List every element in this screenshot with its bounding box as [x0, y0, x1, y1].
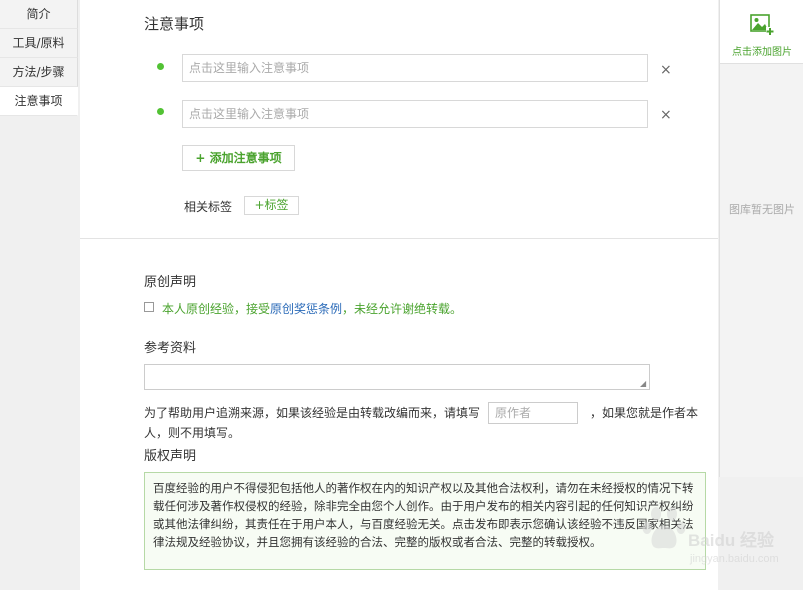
author-input[interactable] [488, 402, 578, 424]
add-image-label: 点击添加图片 [732, 47, 792, 58]
reference-title: 参考资料 [144, 341, 197, 356]
reward-rules-link[interactable]: 原创奖惩条例 [270, 302, 342, 316]
notes-section: 注意事项 × × + 添加注意事项 相关标签 +标签 [80, 0, 718, 239]
reference-help-line2: 人，则不用填写。 [144, 426, 241, 440]
copyright-statement: 百度经验的用户不得侵犯包括他人的著作权在内的知识产权以及其他合法权利，请勿在未经… [144, 472, 706, 570]
tag-label: 相关标签 [184, 200, 233, 214]
note-input-2[interactable] [182, 100, 648, 128]
resize-handle-icon[interactable]: ◢ [640, 380, 648, 388]
add-image-button[interactable]: 点击添加图片 [720, 0, 803, 64]
notes-title: 注意事项 [144, 15, 205, 33]
nav-item-steps[interactable]: 方法/步骤 [0, 58, 78, 87]
image-gallery: 点击添加图片 图库暂无图片 [719, 0, 803, 477]
note-bullet-icon [157, 108, 164, 115]
copyright-title: 版权声明 [144, 449, 197, 464]
original-checkbox[interactable] [144, 302, 154, 312]
add-note-button[interactable]: + 添加注意事项 [182, 145, 295, 171]
note-input-1[interactable] [182, 54, 648, 82]
note-bullet-icon [157, 63, 164, 70]
original-text-before: 本人原创经验，接受 [162, 302, 271, 316]
note-remove-icon[interactable]: × [660, 108, 672, 122]
note-remove-icon[interactable]: × [660, 63, 672, 77]
original-text-after: ，未经允许谢绝转载。 [342, 302, 463, 316]
reference-textarea[interactable]: ◢ [144, 364, 650, 390]
editor-panel: 注意事项 × × + 添加注意事项 相关标签 +标签 原创声明 本人原创经验，接… [80, 0, 718, 590]
reference-help-line1: 为了帮助用户追溯来源，如果该经验是由转载改编而来，请填写 [144, 406, 481, 420]
nav-item-tools[interactable]: 工具/原料 [0, 29, 78, 58]
add-image-icon [750, 14, 774, 35]
nav-item-notes[interactable]: 注意事项 [0, 87, 78, 116]
original-title: 原创声明 [144, 275, 197, 290]
left-nav: 简介 工具/原料 方法/步骤 注意事项 [0, 0, 78, 116]
gallery-empty-text: 图库暂无图片 [729, 203, 795, 216]
original-statement: 本人原创经验，接受原创奖惩条例，未经允许谢绝转载。 [162, 300, 462, 317]
add-tag-button[interactable]: +标签 [244, 196, 299, 215]
nav-item-intro[interactable]: 简介 [0, 0, 78, 29]
reference-help-after: ，如果您就是作者本 [590, 406, 699, 420]
